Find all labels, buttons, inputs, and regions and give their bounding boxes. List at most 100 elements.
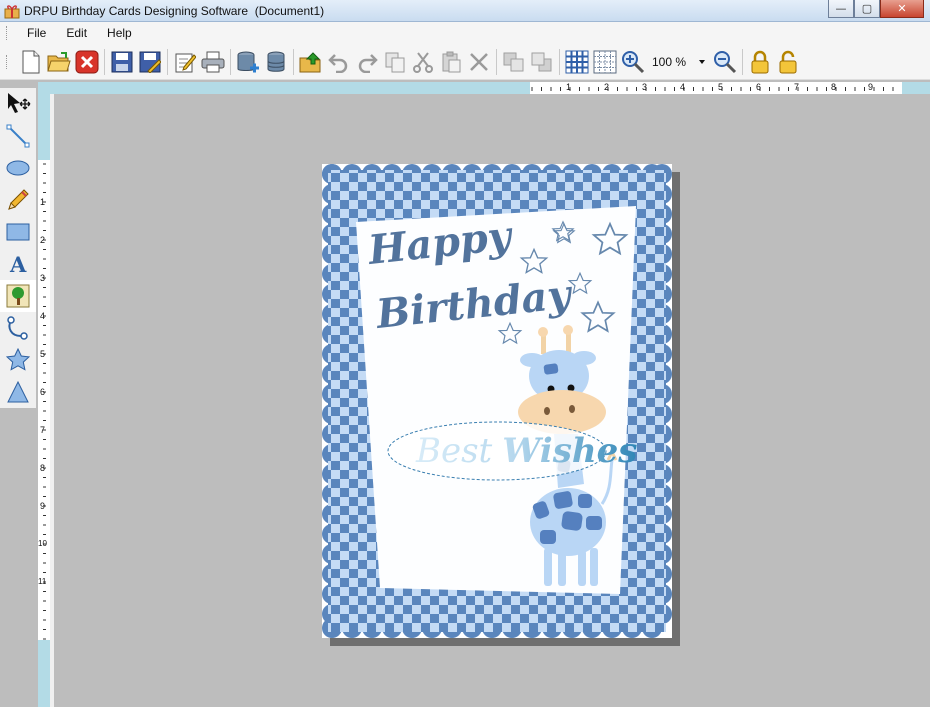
redo-icon [358, 53, 378, 73]
menu-file[interactable]: File [17, 26, 56, 40]
grid-button[interactable] [563, 48, 591, 76]
pencil-tool[interactable] [0, 184, 36, 216]
unlock-icon [779, 50, 797, 73]
toolbar-separator [104, 48, 105, 75]
print-button[interactable] [199, 48, 227, 76]
zoom-out-button[interactable] [711, 48, 739, 76]
edit-icon [175, 53, 196, 72]
dropdown-arrow-icon [699, 59, 705, 64]
lock-icon [751, 50, 769, 73]
open-button[interactable] [45, 48, 73, 76]
ruler-label: 4 [40, 311, 46, 321]
toolbar-grip [6, 54, 9, 69]
save-button[interactable] [108, 48, 136, 76]
maximize-button[interactable]: ▢ [854, 0, 880, 18]
paste-icon [442, 51, 461, 72]
ruler-label: 4 [680, 82, 686, 92]
export-button[interactable] [297, 48, 325, 76]
save-as-button[interactable] [136, 48, 164, 76]
title-bar: DRPU Birthday Cards Designing Software (… [0, 0, 930, 22]
zoom-in-icon [622, 50, 645, 73]
select-move-tool[interactable] [0, 88, 36, 120]
ruler-label: 3 [40, 273, 46, 283]
ruler-label: 8 [40, 463, 46, 473]
menu-grip [6, 26, 9, 40]
ruler-label: 2 [40, 235, 46, 245]
text-icon: A [9, 252, 27, 276]
grid-alt-button[interactable] [591, 48, 619, 76]
curve-icon [7, 316, 28, 340]
lock-button[interactable] [746, 48, 774, 76]
ruler-gutter [50, 94, 54, 707]
picture-icon [6, 284, 30, 308]
zoom-in-button[interactable] [619, 48, 647, 76]
drawing-tools-panel: A [0, 88, 36, 408]
ruler-label: 1 [566, 82, 572, 92]
curve-tool[interactable] [0, 312, 36, 344]
menu-edit[interactable]: Edit [56, 26, 97, 40]
rectangle-tool[interactable] [0, 216, 36, 248]
redo-button[interactable] [353, 48, 381, 76]
save-icon [111, 51, 133, 72]
wishes-word-1: Best [415, 431, 493, 471]
wishes-text[interactable]: Best Wishes [415, 431, 637, 471]
ruler-label: 7 [794, 82, 800, 92]
open-icon [47, 51, 71, 71]
ruler-label: 7 [40, 425, 46, 435]
send-backward-button[interactable] [528, 48, 556, 76]
new-icon [22, 50, 40, 73]
ruler-label: 6 [40, 387, 46, 397]
undo-button[interactable] [325, 48, 353, 76]
text-tool[interactable]: A [0, 248, 36, 280]
triangle-tool[interactable] [0, 376, 36, 408]
close-document-button[interactable] [73, 48, 101, 76]
ruler-label: 11 [38, 577, 47, 586]
ruler-label: 5 [40, 349, 46, 359]
unlock-button[interactable] [774, 48, 802, 76]
cut-button[interactable] [409, 48, 437, 76]
undo-icon [328, 53, 348, 73]
ruler-label: 2 [604, 82, 610, 92]
copy-button[interactable] [381, 48, 409, 76]
star-tool[interactable] [0, 344, 36, 376]
line-tool[interactable] [0, 120, 36, 152]
toolbar: 100 % [0, 44, 930, 80]
send-backward-icon [531, 52, 552, 71]
birthday-card[interactable]: Happy Birthday Best Wishes [322, 164, 672, 638]
close-document-icon [75, 50, 99, 73]
cut-icon [413, 51, 433, 73]
grid-icon [565, 50, 589, 73]
toolbar-separator [496, 48, 497, 75]
picture-tool[interactable] [0, 280, 36, 312]
database-add-icon [237, 51, 259, 72]
zoom-select[interactable]: 100 % [649, 52, 709, 72]
wishes-word-2: Wishes [502, 431, 637, 471]
menu-help[interactable]: Help [97, 26, 142, 40]
database-icon [267, 51, 285, 72]
bring-forward-button[interactable] [500, 48, 528, 76]
ruler-label: 6 [756, 82, 762, 92]
close-button[interactable]: ✕ [880, 0, 924, 18]
edit-button[interactable] [171, 48, 199, 76]
paste-button[interactable] [437, 48, 465, 76]
vertical-ruler-ticks [43, 163, 46, 640]
select-move-icon [8, 93, 31, 113]
database-button[interactable] [262, 48, 290, 76]
ruler-label: 3 [642, 82, 648, 92]
delete-button[interactable] [465, 48, 493, 76]
pencil-icon [8, 189, 29, 210]
ellipse-tool[interactable] [0, 152, 36, 184]
toolbar-separator [230, 48, 231, 75]
bring-forward-icon [503, 52, 524, 71]
database-add-button[interactable] [234, 48, 262, 76]
toolbar-separator [167, 48, 168, 75]
ruler-label: 1 [40, 197, 46, 207]
grid-alt-icon [593, 50, 617, 73]
rectangle-icon [6, 223, 30, 241]
export-icon [299, 51, 321, 72]
ruler-label: 8 [831, 82, 837, 92]
ruler-label: 9 [868, 82, 874, 92]
new-button[interactable] [17, 48, 45, 76]
vertical-ruler: 1 2 3 4 5 6 7 8 9 10 11 [38, 160, 50, 640]
minimize-button[interactable]: — [828, 0, 854, 18]
